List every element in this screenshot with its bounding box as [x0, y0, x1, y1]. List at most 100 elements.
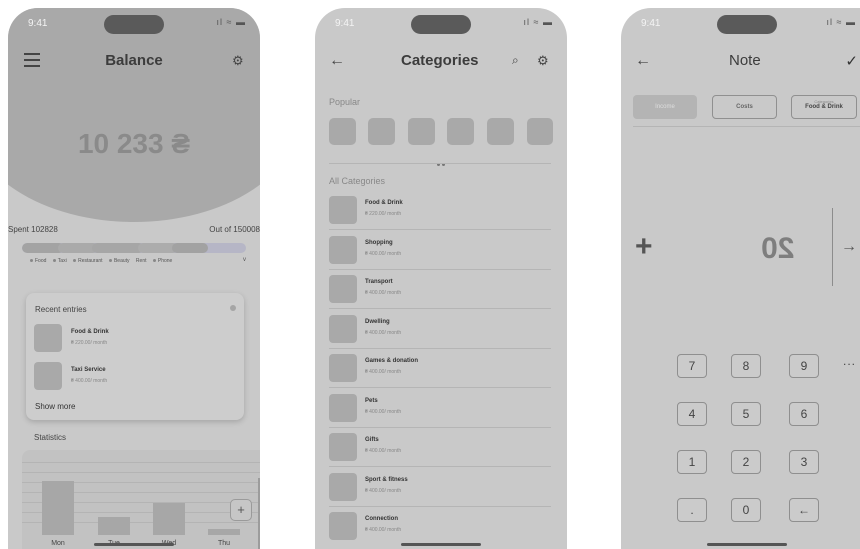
entry-name: Taxi Service: [71, 367, 106, 373]
category-row[interactable]: Food & Drink ₴ 220.00/ month: [329, 196, 551, 234]
statistics-chart: + MonTueWedThu: [22, 450, 260, 549]
statistics-label: Statistics: [34, 433, 67, 442]
home-indicator: [707, 543, 787, 546]
popular-category-tile[interactable]: [487, 118, 514, 145]
back-arrow-icon[interactable]: ←: [329, 52, 345, 70]
legend-item: Rent: [135, 258, 147, 264]
digit-key-8[interactable]: 8: [731, 354, 761, 378]
back-arrow-icon[interactable]: ←: [635, 52, 651, 70]
row-divider: [329, 308, 551, 309]
category-name: Pets: [365, 397, 378, 404]
row-divider: [329, 505, 551, 507]
category-amount: ₴ 400.00/ month: [365, 329, 402, 336]
category-row[interactable]: Pets ₴ 400.00/ month: [329, 393, 551, 432]
dynamic-island: [717, 15, 777, 34]
category-thumbnail: [329, 393, 357, 422]
confirm-check-icon[interactable]: ✓: [845, 52, 858, 70]
section-divider: [633, 126, 860, 127]
category-name: Connection: [365, 516, 398, 522]
show-more-link[interactable]: Show more: [35, 402, 75, 411]
amount-cursor: [832, 208, 833, 286]
gear-icon[interactable]: ⚙: [537, 53, 549, 69]
category-thumbnail: [329, 196, 357, 224]
page-indicator: [436, 153, 446, 171]
category-row[interactable]: Sport & fitness ₴ 400.00/ month: [329, 472, 551, 511]
status-bar: 9:41 ıl ≈ ▬: [621, 8, 860, 40]
entry-thumbnail: [34, 362, 62, 390]
popular-category-tile[interactable]: [447, 118, 474, 145]
popular-category-tile[interactable]: [408, 118, 435, 145]
page-title: Balance: [105, 52, 163, 69]
popular-label: Popular: [329, 97, 361, 107]
decimal-key[interactable]: .: [677, 498, 707, 522]
status-icons: ıl ≈ ▬: [826, 17, 856, 27]
recent-entries-card: Recent entries Food & Drink ₴ 220.00/ mo…: [26, 293, 244, 420]
digit-key-6[interactable]: 6: [789, 402, 819, 426]
dynamic-island: [411, 15, 471, 34]
amount-display: 20: [761, 232, 795, 265]
categories-screen: 9:41 ıl ≈ ▬ ← Categories ⌕ ⚙ Popular All…: [315, 8, 567, 549]
tab-costs[interactable]: Costs: [712, 95, 777, 119]
category-selector[interactable]: Categories Food & Drink: [791, 95, 857, 119]
digit-key-0[interactable]: 0: [731, 498, 761, 522]
add-entry-button[interactable]: +: [230, 499, 252, 521]
legend-item: Taxi: [52, 258, 67, 264]
row-divider: [329, 268, 551, 270]
status-icons: ıl ≈ ▬: [216, 17, 246, 27]
digit-key-5[interactable]: 5: [731, 402, 761, 426]
category-row[interactable]: Shopping ₴ 400.00/ month: [329, 235, 551, 274]
sign-toggle-plus[interactable]: +: [635, 230, 653, 264]
all-categories-label: All Categories: [329, 176, 386, 186]
legend-expand-icon[interactable]: v: [243, 257, 246, 263]
legend-item: Restaurant: [73, 258, 103, 264]
gear-icon[interactable]: ⚙: [232, 53, 244, 69]
next-arrow-icon[interactable]: →: [841, 238, 857, 256]
budget-progress-bar: [22, 243, 246, 253]
category-name: Food & Drink: [365, 200, 403, 206]
category-amount: ₴ 400.00/ month: [365, 290, 402, 296]
category-thumbnail: [329, 354, 357, 382]
category-amount: ₴ 400.00/ month: [365, 527, 402, 533]
status-time: 9:41: [28, 18, 48, 29]
backspace-key[interactable]: ←: [789, 498, 819, 522]
spending-legend: Food Taxi Restaurant Beauty Rent Phone: [30, 258, 177, 264]
category-row[interactable]: Transport ₴ 400.00/ month: [329, 275, 551, 313]
home-indicator: [94, 543, 174, 546]
digit-key-7[interactable]: 7: [677, 354, 707, 378]
popular-category-tile[interactable]: [368, 118, 395, 145]
legend-item: Phone: [152, 258, 172, 264]
more-options-icon[interactable]: ...: [843, 354, 856, 368]
popular-category-tile[interactable]: [329, 118, 356, 145]
category-row[interactable]: Dwelling ₴ 400.00/ month: [329, 314, 551, 353]
digit-key-1[interactable]: 1: [677, 450, 707, 474]
digit-key-4[interactable]: 4: [677, 402, 707, 426]
category-selector-value: Food & Drink: [805, 104, 843, 110]
category-amount: ₴ 400.00/ month: [365, 369, 402, 375]
popular-category-tile[interactable]: [527, 118, 553, 145]
legend-item: Beauty: [108, 258, 130, 264]
category-thumbnail: [329, 314, 357, 343]
stat-bar: [153, 503, 185, 535]
card-indicator-dot: [230, 305, 236, 311]
digit-key-2[interactable]: 2: [731, 450, 761, 474]
tab-income[interactable]: Income: [633, 95, 697, 119]
search-icon[interactable]: ⌕: [512, 53, 519, 68]
digit-key-9[interactable]: 9: [789, 354, 819, 378]
row-divider: [329, 387, 551, 388]
out-of-label: Out of 150008: [209, 225, 260, 234]
category-row[interactable]: Games & donation ₴ 400.00/ month: [329, 354, 551, 392]
balance-hero: [8, 8, 260, 222]
category-thumbnail: [329, 472, 357, 501]
category-thumbnail: [329, 512, 357, 540]
category-amount: ₴ 400.00/ month: [365, 408, 402, 415]
dynamic-island: [104, 15, 164, 34]
balance-screen: 9:41 ıl ≈ ▬ Balance ⚙ 10 233 ₴ Spent 102…: [8, 8, 260, 549]
digit-key-3[interactable]: 3: [789, 450, 819, 474]
status-time: 9:41: [335, 18, 355, 29]
page-title: Categories: [401, 52, 479, 69]
progress-segment: [172, 243, 208, 253]
category-name: Sport & fitness: [365, 476, 408, 483]
category-amount: ₴ 220.00/ month: [365, 211, 402, 217]
category-row[interactable]: Gifts ₴ 400.00/ month: [329, 433, 551, 471]
status-bar: 9:41 ıl ≈ ▬: [315, 8, 567, 40]
